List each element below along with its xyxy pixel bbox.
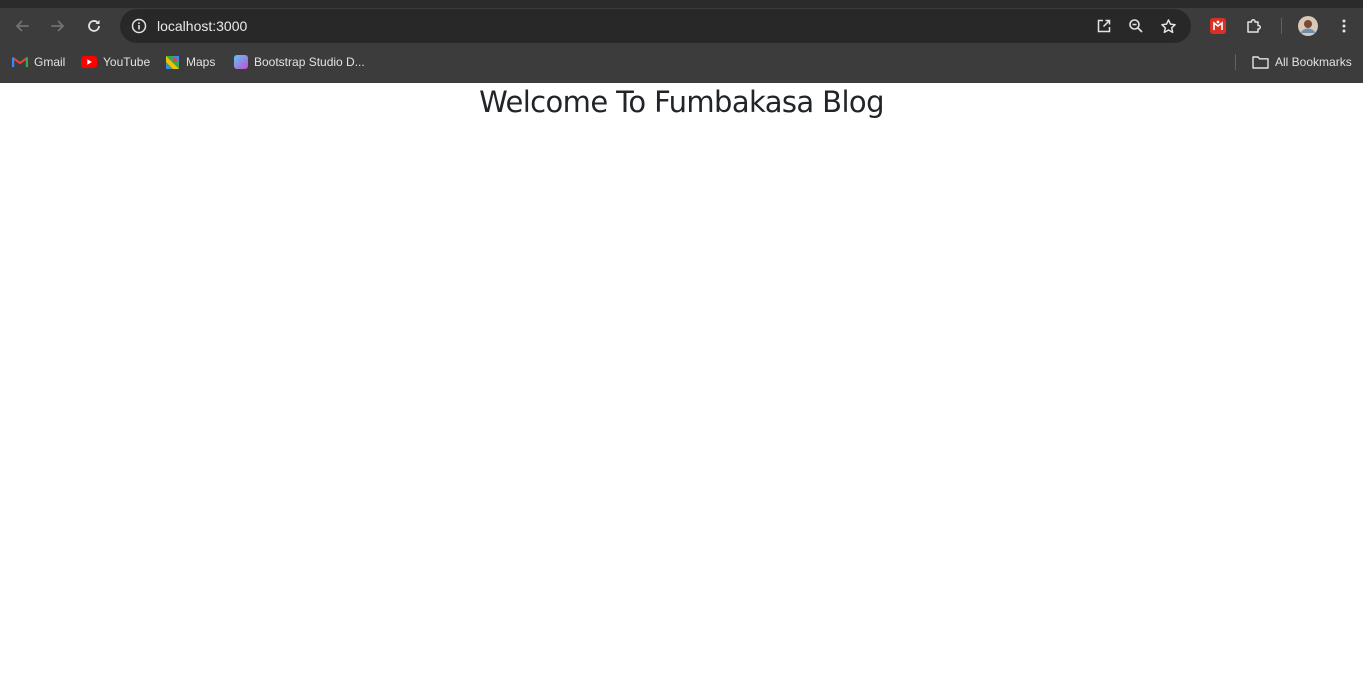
page-title: Welcome To Fumbakasa Blog [479,85,884,119]
open-external-icon [1097,19,1111,33]
arrow-right-icon [51,20,65,32]
toolbar-divider [1281,18,1282,34]
zoom-button[interactable] [1124,14,1148,38]
all-bookmarks-button[interactable]: All Bookmarks [1252,52,1352,72]
profile-button[interactable] [1295,13,1321,39]
back-button[interactable] [9,13,35,39]
reload-button[interactable] [81,13,107,39]
all-bookmarks-label: All Bookmarks [1275,55,1352,69]
bookmark-star-button[interactable] [1156,14,1180,38]
bookmark-label: Gmail [34,55,66,69]
youtube-icon [81,56,97,68]
extension-button[interactable] [1205,13,1231,39]
browser-toolbar: localhost:3000 [0,8,1363,44]
extensions-menu-button[interactable] [1241,13,1267,39]
site-info-button[interactable] [129,16,149,36]
arrow-left-icon [15,20,29,32]
bookmark-label: Bootstrap Studio D... [254,55,365,69]
gmail-icon [12,57,28,67]
bookmark-maps[interactable]: Maps [165,52,215,72]
tab-strip [0,0,1363,8]
star-icon [1160,18,1176,33]
reload-icon [88,20,100,32]
address-bar[interactable]: localhost:3000 [120,9,1191,43]
info-icon [131,18,147,34]
avatar [1298,16,1318,36]
bookmark-label: Maps [186,55,216,69]
bookmarks-bar: Gmail YouTube Maps Bootstrap Studio D...… [0,44,1363,83]
bookmarks-divider [1235,54,1236,70]
bookmark-bootstrap-studio[interactable]: Bootstrap Studio D... [234,52,365,72]
browser-menu-button[interactable] [1331,13,1357,39]
bookmark-gmail[interactable]: Gmail [12,52,65,72]
extension-app-icon [1210,18,1226,34]
more-vert-icon [1342,19,1346,33]
bookmark-label: YouTube [103,55,151,69]
open-in-app-button[interactable] [1092,14,1116,38]
browser-chrome: localhost:3000 Gmail YouTube Maps Bootst… [0,0,1363,83]
zoom-out-icon [1129,19,1143,33]
bookmark-youtube[interactable]: YouTube [81,52,150,72]
address-url[interactable]: localhost:3000 [157,9,247,43]
puzzle-icon [1247,19,1261,33]
maps-icon [166,55,179,69]
bootstrap-studio-icon [234,55,248,69]
page-content: Welcome To Fumbakasa Blog [0,83,1363,695]
folder-icon [1252,56,1269,69]
forward-button[interactable] [45,13,71,39]
